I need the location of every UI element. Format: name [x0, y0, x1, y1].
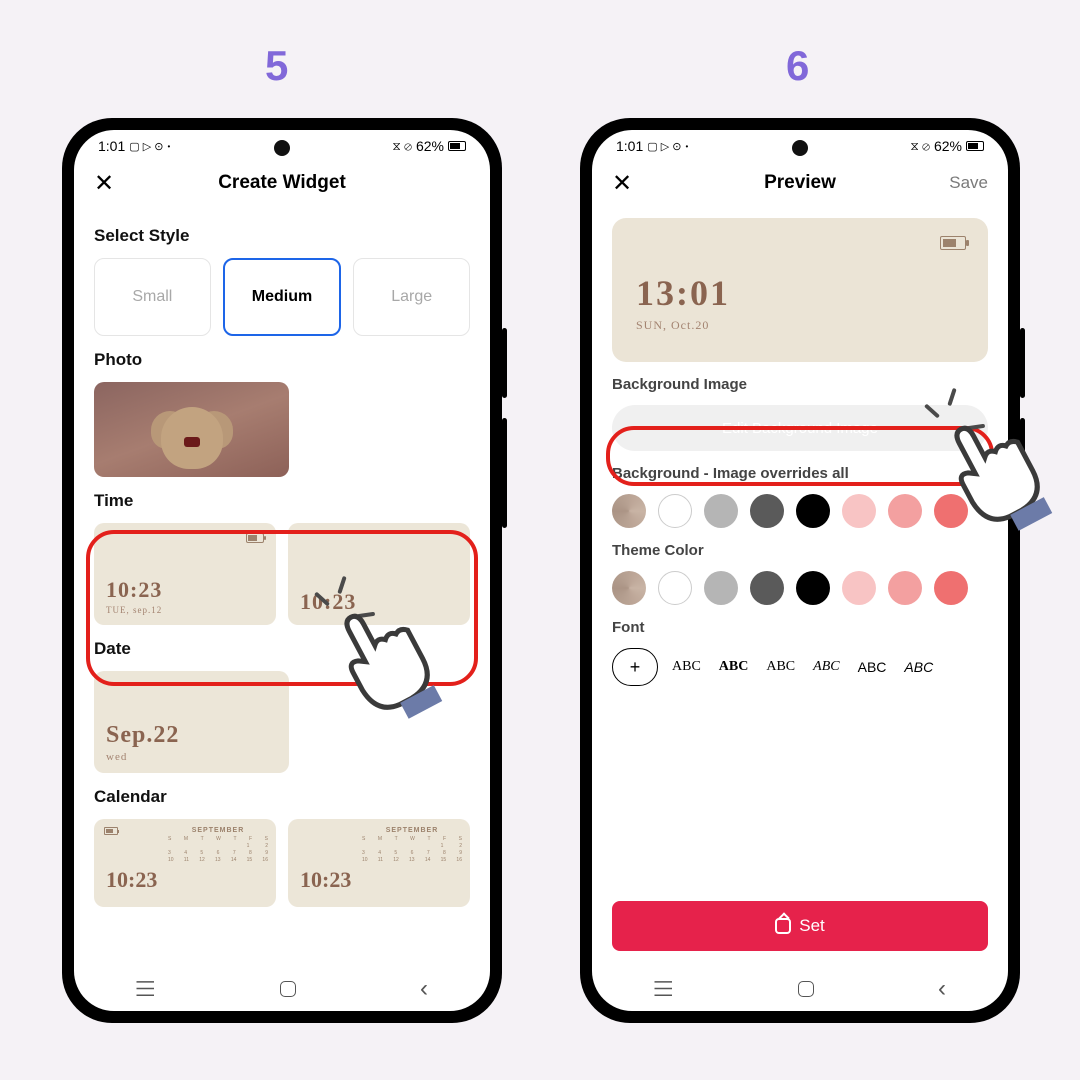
color-swatch[interactable]: [704, 571, 738, 605]
font-option[interactable]: ABC: [900, 659, 937, 675]
color-swatch[interactable]: [750, 494, 784, 528]
size-small[interactable]: Small: [94, 258, 211, 336]
status-time: 1:01: [616, 138, 643, 154]
calendar-label: Calendar: [94, 787, 470, 807]
font-label: Font: [612, 619, 988, 636]
font-option[interactable]: ABC: [715, 659, 753, 675]
nav-bar: ||| ‹: [592, 967, 1008, 1011]
status-battery: 62%: [934, 138, 962, 154]
set-button[interactable]: Set: [612, 901, 988, 951]
theme-color-row: [612, 571, 988, 605]
color-swatch[interactable]: [658, 571, 692, 605]
select-style-label: Select Style: [94, 226, 470, 246]
mini-calendar: SEPTEMBER SMTWTFS 12 3456789 10111213141…: [168, 827, 268, 899]
nav-back[interactable]: ‹: [420, 975, 428, 1003]
battery-icon: [940, 236, 966, 250]
battery-icon: [246, 533, 264, 543]
color-swatch[interactable]: [704, 494, 738, 528]
date-label: Date: [94, 639, 470, 659]
set-icon: [775, 918, 791, 934]
status-battery: 62%: [416, 138, 444, 154]
mini-calendar: SEPTEMBER SMTWTFS 12 3456789 10111213141…: [362, 827, 462, 899]
color-swatch[interactable]: [658, 494, 692, 528]
nav-recent[interactable]: |||: [654, 979, 675, 999]
nav-home[interactable]: [798, 981, 814, 997]
status-bar: 1:01 ▢ ▷ ⊙• ⧖ ⊘ 62%: [592, 130, 1008, 158]
bg-image-label: Background Image: [612, 376, 988, 393]
font-option[interactable]: ABC: [809, 659, 843, 675]
calendar-widget-2[interactable]: 10:23 SEPTEMBER SMTWTFS 12 3456789 10111…: [288, 819, 470, 907]
color-swatch[interactable]: [888, 571, 922, 605]
color-swatch[interactable]: [796, 571, 830, 605]
font-option[interactable]: ABC: [668, 659, 705, 675]
close-icon[interactable]: ✕: [94, 169, 114, 198]
status-bar: 1:01 ▢ ▷ ⊙• ⧖ ⊘ 62%: [74, 130, 490, 158]
font-option[interactable]: ABC: [854, 659, 891, 675]
color-swatch[interactable]: [934, 571, 968, 605]
phone-frame-6: 1:01 ▢ ▷ ⊙• ⧖ ⊘ 62% ✕ Preview Save 13:01…: [580, 118, 1020, 1023]
color-swatch[interactable]: [888, 494, 922, 528]
color-swatch[interactable]: [750, 571, 784, 605]
nav-back[interactable]: ‹: [938, 975, 946, 1003]
palette-icon[interactable]: [612, 571, 646, 605]
size-medium[interactable]: Medium: [223, 258, 342, 336]
edit-background-button[interactable]: Edit Background Image: [612, 405, 988, 451]
status-time: 1:01: [98, 138, 125, 154]
size-large[interactable]: Large: [353, 258, 470, 336]
color-swatch[interactable]: [842, 571, 876, 605]
save-button[interactable]: Save: [949, 173, 988, 193]
close-icon[interactable]: ✕: [612, 169, 632, 198]
color-swatch[interactable]: [934, 494, 968, 528]
bg-override-label: Background - Image overrides all: [612, 465, 988, 482]
color-swatch[interactable]: [842, 494, 876, 528]
step-number-6: 6: [786, 42, 809, 90]
add-font-button[interactable]: +: [612, 648, 658, 686]
nav-recent[interactable]: |||: [136, 979, 157, 999]
font-row: + ABC ABC ABC ABC ABC ABC: [612, 648, 988, 686]
battery-icon: [104, 827, 118, 835]
date-widget[interactable]: Sep.22 wed: [94, 671, 289, 773]
photo-label: Photo: [94, 350, 470, 370]
header: ✕ Preview Save: [592, 158, 1008, 212]
time-label: Time: [94, 491, 470, 511]
nav-bar: ||| ‹: [74, 967, 490, 1011]
calendar-widget-1[interactable]: 10:23 SEPTEMBER SMTWTFS 12 3456789 10111…: [94, 819, 276, 907]
page-title: Preview: [764, 172, 836, 194]
font-option[interactable]: ABC: [762, 659, 799, 675]
background-color-row: [612, 494, 988, 528]
phone-frame-5: 1:01 ▢ ▷ ⊙• ⧖ ⊘ 62% ✕ Create Widget Sele…: [62, 118, 502, 1023]
widget-preview: 13:01 SUN, Oct.20: [612, 218, 988, 362]
header: ✕ Create Widget: [74, 158, 490, 212]
photo-widget-preview[interactable]: [94, 382, 289, 477]
color-swatch[interactable]: [796, 494, 830, 528]
page-title: Create Widget: [218, 172, 346, 194]
palette-icon[interactable]: [612, 494, 646, 528]
theme-color-label: Theme Color: [612, 542, 988, 559]
time-widget-2[interactable]: 10:23: [288, 523, 470, 625]
nav-home[interactable]: [280, 981, 296, 997]
step-number-5: 5: [265, 42, 288, 90]
time-widget-1[interactable]: 10:23 TUE, sep.12: [94, 523, 276, 625]
